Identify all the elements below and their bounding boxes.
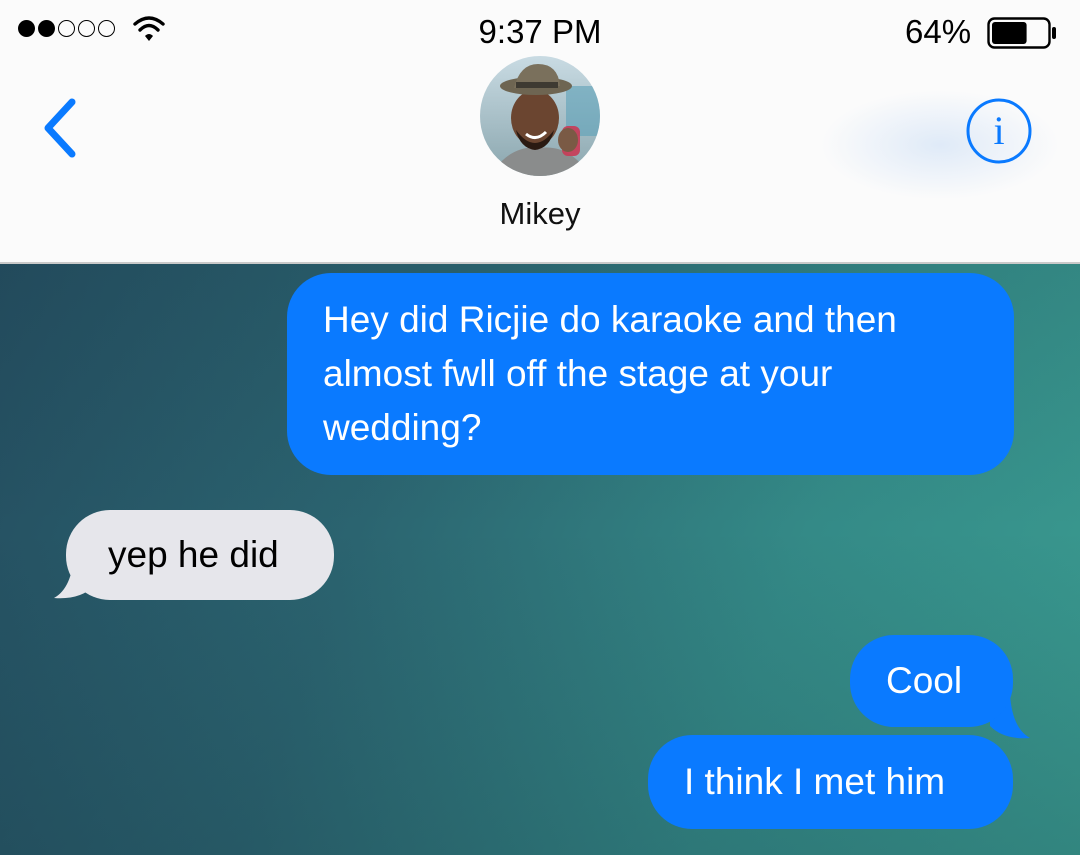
message-text: Hey did Ricjie do karaoke and then almos… [323, 299, 897, 448]
info-button[interactable]: i [964, 96, 1034, 166]
contact-name[interactable]: Mikey [0, 196, 1080, 232]
status-bar: 9:37 PM 64% [0, 0, 1080, 64]
message-text: I think I met him [684, 761, 946, 802]
conversation-header: 9:37 PM 64% Mikey i [0, 0, 1080, 264]
contact-avatar[interactable] [480, 56, 600, 176]
svg-text:i: i [993, 108, 1004, 153]
battery-icon [987, 17, 1056, 49]
message-thread[interactable]: Hey did Ricjie do karaoke and then almos… [0, 264, 1080, 855]
message-bubble-outgoing[interactable]: Cool [850, 635, 1013, 727]
message-bubble-outgoing[interactable]: I think I met him [648, 735, 1013, 829]
back-button[interactable] [40, 96, 86, 160]
message-bubble-incoming[interactable]: yep he did [66, 510, 334, 600]
message-bubble-outgoing[interactable]: Hey did Ricjie do karaoke and then almos… [287, 273, 1014, 475]
avatar-photo [480, 56, 600, 176]
message-text: Cool [886, 660, 963, 701]
message-text: yep he did [108, 534, 279, 575]
battery-percent: 64% [905, 13, 972, 50]
